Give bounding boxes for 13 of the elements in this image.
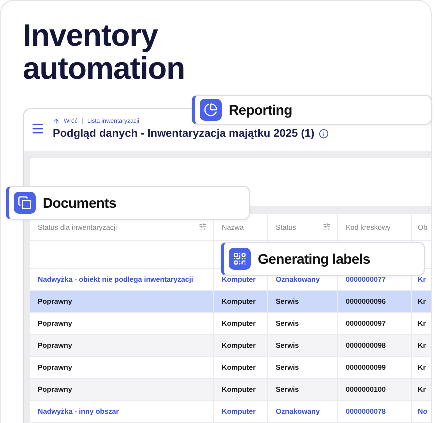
page-title: Podgląd danych - Inwentaryzacja majątku 2025 (1) <box>53 128 315 140</box>
pie-chart-icon <box>200 99 222 121</box>
arrow-up-icon <box>53 118 60 125</box>
info-icon[interactable] <box>318 129 329 139</box>
documents-icon <box>14 192 36 214</box>
badge-label: Documents <box>43 195 117 211</box>
menu-icon[interactable] <box>31 122 45 136</box>
qr-code-icon <box>229 248 251 270</box>
filter-icon[interactable] <box>323 223 331 231</box>
badge-label: Generating labels <box>258 251 370 267</box>
badge-label: Reporting <box>229 102 292 118</box>
headline: Inventory automation <box>23 19 186 85</box>
filter-icon[interactable] <box>199 223 207 231</box>
